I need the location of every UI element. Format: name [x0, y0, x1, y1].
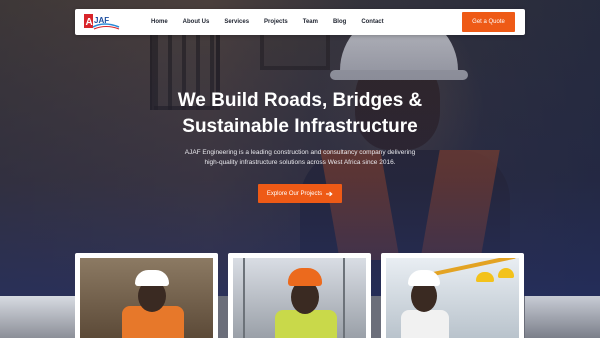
hero-title-line: We Build Roads, Bridges &: [177, 90, 423, 111]
scaffold-pole: [343, 258, 345, 338]
nav-link-team[interactable]: Team: [303, 19, 318, 25]
hard-hat: [498, 268, 514, 278]
explore-projects-label: Explore Our Projects: [266, 190, 323, 197]
nav-link-contact[interactable]: Contact: [361, 19, 383, 25]
explore-projects-button[interactable]: Explore Our Projects: [258, 184, 342, 203]
shirt: [401, 310, 449, 338]
hard-hat: [476, 272, 494, 282]
get-a-quote-button[interactable]: Get a Quote: [462, 12, 515, 32]
hard-hat: [288, 268, 322, 286]
nav-link-home[interactable]: Home: [151, 19, 168, 25]
hard-hat: [135, 270, 169, 286]
nav-link-projects[interactable]: Projects: [264, 19, 288, 25]
project-card[interactable]: [228, 253, 371, 338]
company-logo[interactable]: A JAF: [84, 13, 120, 31]
strip-photo-right: [525, 296, 600, 338]
project-photo: [386, 258, 519, 338]
arrow-right-icon: [326, 191, 333, 196]
strip-photo-left: [0, 296, 75, 338]
hero-subtitle-line: high-quality infrastructure solutions ac…: [204, 159, 396, 166]
hero-title: We Build Roads, Bridges & Sustainable In…: [100, 88, 500, 140]
project-card[interactable]: [381, 253, 524, 338]
project-card[interactable]: [75, 253, 218, 338]
project-photo: [80, 258, 213, 338]
hard-hat: [408, 270, 440, 286]
svg-text:A: A: [86, 17, 93, 28]
hero-subtitle-line: AJAF Engineering is a leading constructi…: [184, 149, 416, 156]
navigation-bar: A JAF Home About Us Services Projects Te…: [75, 9, 525, 35]
project-photo: [233, 258, 366, 338]
hero-title-line: Sustainable Infrastructure: [182, 116, 418, 137]
scaffold-pole: [243, 258, 245, 338]
hero-subtitle: AJAF Engineering is a leading constructi…: [170, 148, 430, 168]
nav-link-services[interactable]: Services: [224, 19, 249, 25]
nav-link-about[interactable]: About Us: [183, 19, 210, 25]
safety-vest: [275, 310, 337, 338]
nav-links: Home About Us Services Projects Team Blo…: [151, 9, 399, 35]
nav-link-blog[interactable]: Blog: [333, 19, 346, 25]
